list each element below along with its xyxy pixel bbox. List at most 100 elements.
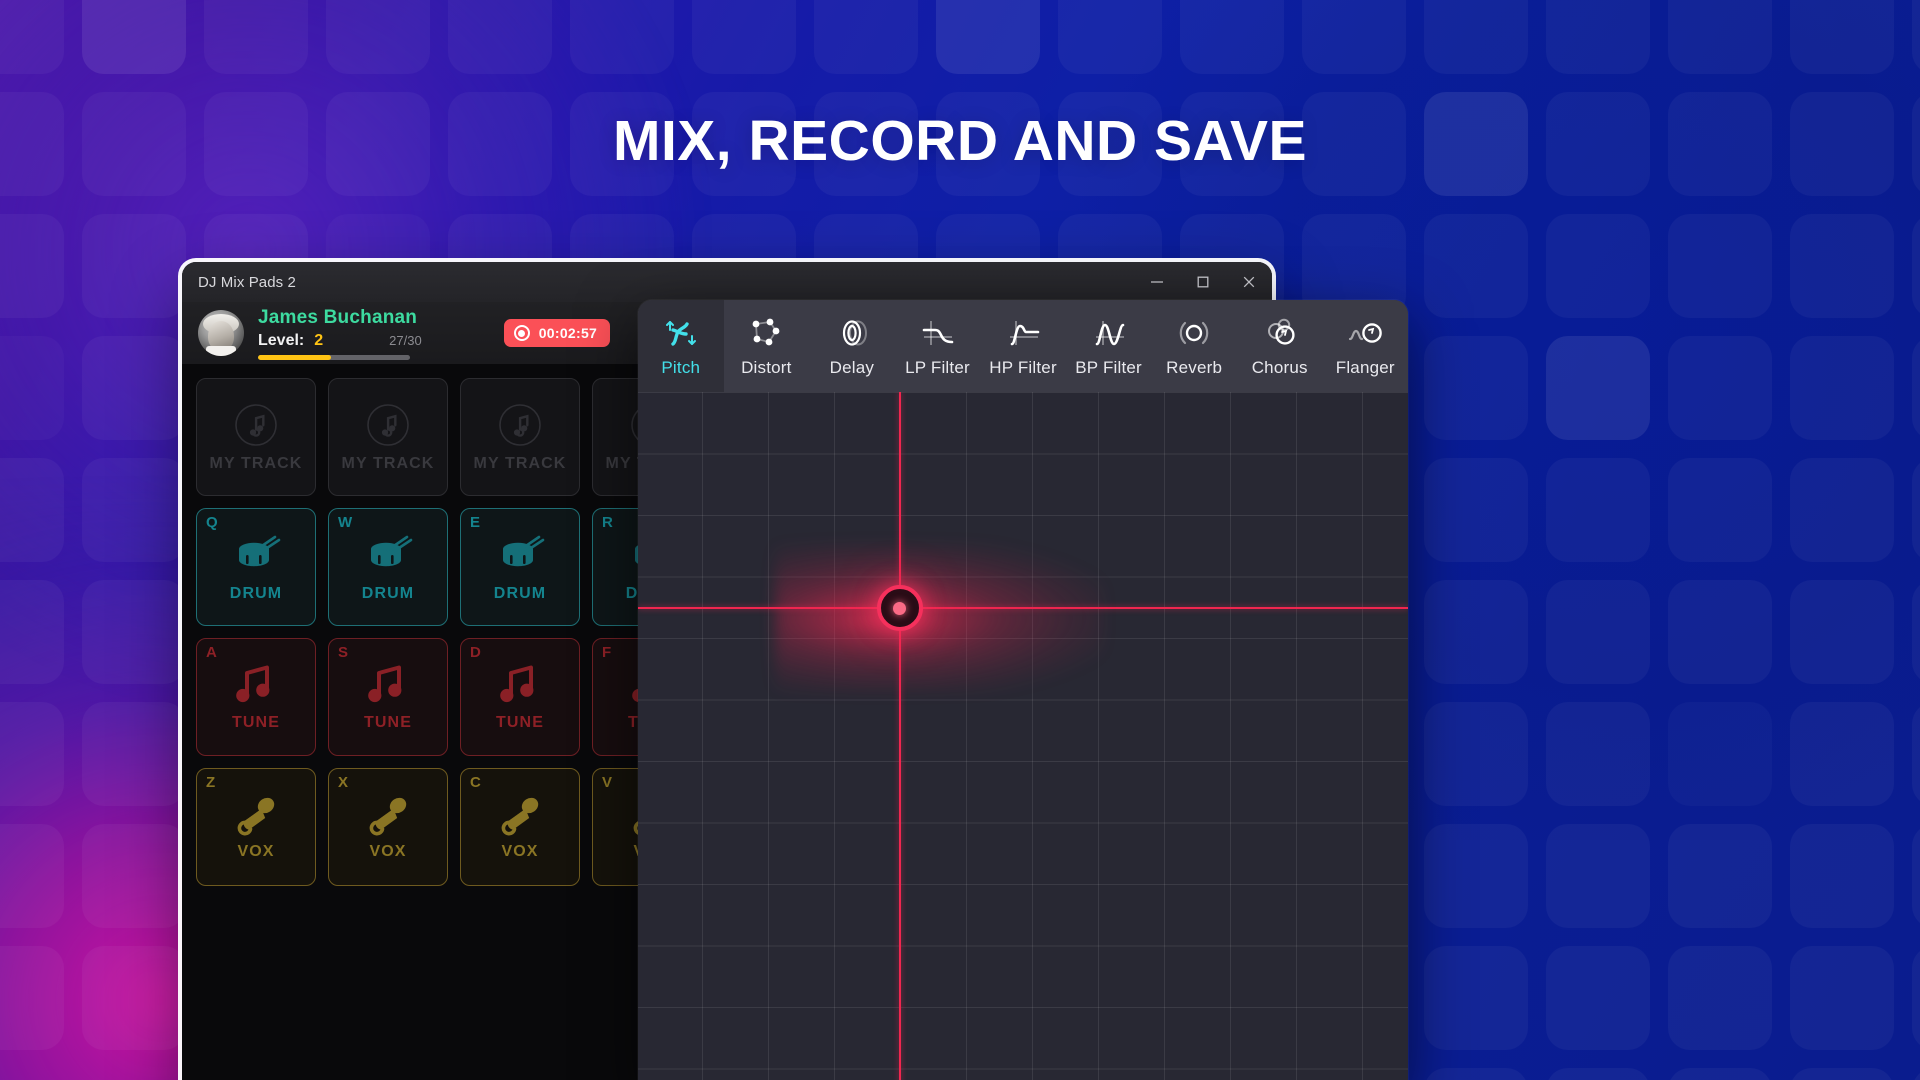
music-note-icon	[236, 665, 270, 702]
fx-distort[interactable]: Distort	[724, 300, 810, 392]
minimize-button[interactable]	[1134, 262, 1180, 302]
lp-filter-icon	[923, 320, 954, 345]
fx-hp-filter[interactable]: HP Filter	[980, 300, 1066, 392]
pad-tune-s[interactable]: S TUNE	[328, 638, 448, 756]
fx-lp-filter[interactable]: LP Filter	[895, 300, 981, 392]
background-tile	[1912, 946, 1920, 1050]
background-tile	[1424, 946, 1528, 1050]
user-name: James Buchanan	[258, 306, 418, 328]
fx-delay[interactable]: Delay	[809, 300, 895, 392]
level-label: Level:	[258, 331, 305, 349]
minimize-icon	[1151, 281, 1163, 283]
pad-label: VOX	[369, 842, 407, 860]
effects-toolbar: Pitch Distort Delay LP Filter HP Filter BP Fi…	[638, 300, 1408, 392]
level-progress-fill	[258, 354, 331, 360]
close-icon	[1243, 276, 1255, 288]
avatar[interactable]	[198, 310, 244, 356]
pad-key: R	[602, 514, 613, 531]
fx-flanger[interactable]: Flanger	[1323, 300, 1409, 392]
distort-icon	[752, 318, 780, 345]
hp-filter-icon	[1010, 320, 1040, 345]
bp-filter-icon	[1095, 320, 1124, 345]
pad-key: Z	[206, 774, 216, 791]
record-icon	[513, 325, 530, 341]
music-note-circle-icon	[367, 403, 409, 446]
xy-grid	[638, 392, 1408, 1080]
bp-filter-icon	[1088, 315, 1130, 351]
fx-label: BP Filter	[1075, 357, 1142, 377]
pad-label: MY TRACK	[209, 454, 303, 472]
distort-icon	[745, 315, 787, 351]
fx-label: HP Filter	[989, 357, 1057, 377]
pad-track-1[interactable]: MY TRACK	[328, 378, 448, 496]
pad-key: Q	[206, 514, 218, 531]
pad-label: MY TRACK	[473, 454, 567, 472]
pad-drum-e[interactable]: E DRUM	[460, 508, 580, 626]
fx-bp-filter[interactable]: BP Filter	[1066, 300, 1152, 392]
pad-key: F	[602, 644, 612, 661]
pad-vox-c[interactable]: C VOX	[460, 768, 580, 886]
music-note-circle-icon	[499, 403, 541, 446]
close-button[interactable]	[1226, 262, 1272, 302]
delay-icon	[831, 315, 873, 351]
drum-icon	[371, 535, 413, 566]
microphone-icon	[237, 797, 275, 835]
music-note-circle-icon	[235, 403, 277, 446]
page-title: MIX, RECORD AND SAVE	[612, 109, 1308, 173]
lp-filter-icon	[916, 315, 958, 351]
chorus-icon	[1259, 315, 1301, 351]
window-titlebar: DJ Mix Pads 2	[182, 262, 1272, 302]
pad-key: W	[338, 514, 353, 531]
pad-label: DRUM	[361, 584, 415, 602]
background-tile	[1546, 1068, 1650, 1080]
fx-chorus[interactable]: Chorus	[1237, 300, 1323, 392]
level-progress-bar	[258, 354, 410, 360]
fx-label: Delay	[829, 357, 875, 377]
pad-label: VOX	[501, 842, 539, 860]
xy-handle[interactable]	[876, 585, 923, 632]
fx-pitch[interactable]: Pitch	[638, 300, 724, 392]
drum-icon	[239, 535, 281, 566]
maximize-icon	[1197, 276, 1209, 288]
avatar-collar	[206, 346, 236, 356]
background-tile	[1668, 946, 1772, 1050]
pad-key: X	[338, 774, 349, 791]
fx-label: Flanger	[1335, 357, 1395, 377]
chorus-icon	[1267, 318, 1295, 345]
pad-track-0[interactable]: MY TRACK	[196, 378, 316, 496]
xy-control-pad[interactable]	[638, 392, 1408, 1080]
reverb-icon	[1179, 321, 1209, 344]
pad-vox-z[interactable]: Z VOX	[196, 768, 316, 886]
fx-reverb[interactable]: Reverb	[1151, 300, 1237, 392]
level-progress-text: 27/30	[389, 332, 422, 348]
fx-label: Chorus	[1251, 357, 1308, 377]
background-tile	[1424, 1068, 1528, 1080]
pad-key: E	[470, 514, 481, 531]
background-tile	[1912, 1068, 1920, 1080]
microphone-icon	[369, 797, 407, 835]
pad-vox-x[interactable]: X VOX	[328, 768, 448, 886]
fx-label: Reverb	[1166, 357, 1223, 377]
pad-label: MY TRACK	[341, 454, 435, 472]
fx-label: LP Filter	[905, 357, 970, 377]
record-button[interactable]: 00:02:57	[503, 319, 611, 347]
pad-key: A	[206, 644, 217, 661]
level-row: Level: 2 27/30	[258, 332, 422, 350]
pad-track-2[interactable]: MY TRACK	[460, 378, 580, 496]
pad-label: DRUM	[229, 584, 283, 602]
pad-drum-w[interactable]: W DRUM	[328, 508, 448, 626]
xy-vertical-crosshair	[898, 392, 901, 1080]
delay-icon	[842, 319, 867, 346]
pad-tune-a[interactable]: A TUNE	[196, 638, 316, 756]
music-note-icon	[500, 665, 534, 702]
pad-key: V	[602, 774, 613, 791]
fx-label: Distort	[741, 357, 792, 377]
reverb-icon	[1173, 315, 1215, 351]
background-tile	[1668, 1068, 1772, 1080]
maximize-button[interactable]	[1180, 262, 1226, 302]
record-timer: 00:02:57	[538, 325, 598, 341]
background-tile	[1790, 1068, 1894, 1080]
pad-tune-d[interactable]: D TUNE	[460, 638, 580, 756]
microphone-icon	[501, 797, 539, 835]
pad-drum-q[interactable]: Q DRUM	[196, 508, 316, 626]
